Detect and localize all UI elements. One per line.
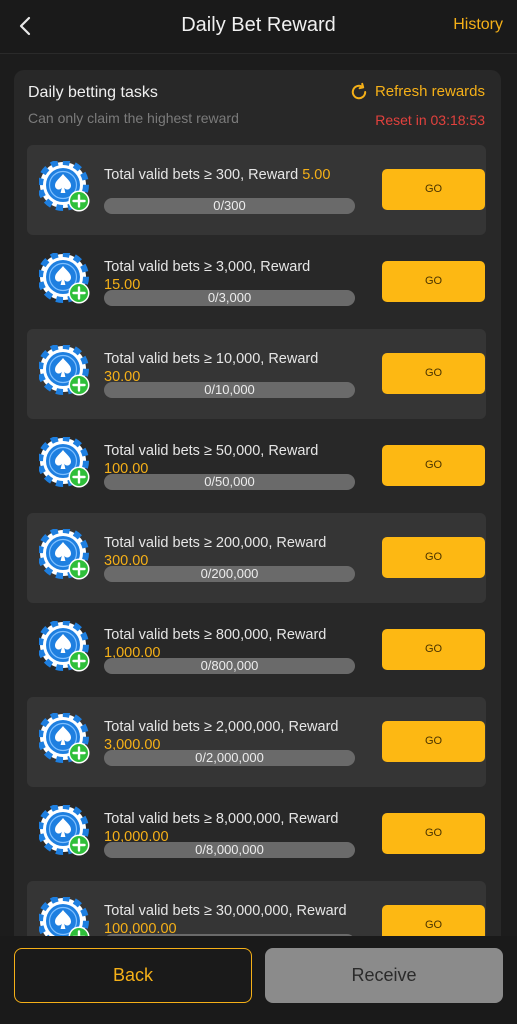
task-requirement: Total valid bets ≥ 10,000, Reward <box>104 351 319 367</box>
task-row: Total valid bets ≥ 10,000, Reward 30.00 0/… <box>27 329 486 419</box>
poker-chip-plus-icon <box>39 805 91 857</box>
progress-label: 0/10,000 <box>204 382 255 397</box>
task-requirement: Total valid bets ≥ 800,000, Reward <box>104 627 327 643</box>
task-description: Total valid bets ≥ 800,000, Reward 1,000.… <box>104 626 354 662</box>
task-row: Total valid bets ≥ 300, Reward 5.00 0/300… <box>27 145 486 235</box>
app-header: Daily Bet Reward History <box>0 0 517 54</box>
go-button[interactable]: GO <box>382 813 485 854</box>
task-description: Total valid bets ≥ 300, Reward 5.00 <box>104 166 354 184</box>
progress-bar: 0/8,000,000 <box>104 842 355 858</box>
poker-chip-plus-icon <box>39 713 91 765</box>
go-button[interactable]: GO <box>382 353 485 394</box>
go-button[interactable]: GO <box>382 261 485 302</box>
task-requirement: Total valid bets ≥ 8,000,000, Reward <box>104 811 339 827</box>
progress-label: 0/3,000 <box>207 290 252 305</box>
refresh-rewards-button[interactable]: Refresh rewards <box>349 82 485 102</box>
task-requirement: Total valid bets ≥ 300, Reward <box>104 167 299 183</box>
go-button[interactable]: GO <box>382 629 485 670</box>
progress-bar: 0/3,000 <box>104 290 355 306</box>
progress-label: 0/200,000 <box>200 566 259 581</box>
poker-chip-plus-icon <box>39 253 91 305</box>
panel-header: Daily betting tasks Can only claim the h… <box>14 70 501 145</box>
progress-label: 0/300 <box>213 198 246 213</box>
page-title: Daily Bet Reward <box>181 14 336 36</box>
task-description: Total valid bets ≥ 50,000, Reward 100.00 <box>104 442 354 478</box>
task-description: Total valid bets ≥ 3,000, Reward 15.00 <box>104 258 354 294</box>
go-button[interactable]: GO <box>382 445 485 486</box>
poker-chip-plus-icon <box>39 161 91 213</box>
task-description: Total valid bets ≥ 200,000, Reward 300.00 <box>104 534 354 570</box>
progress-bar: 0/2,000,000 <box>104 750 355 766</box>
progress-label: 0/50,000 <box>204 474 255 489</box>
progress-bar: 0/300 <box>104 198 355 214</box>
progress-bar: 0/10,000 <box>104 382 355 398</box>
panel-title: Daily betting tasks <box>28 84 158 101</box>
go-button[interactable]: GO <box>382 721 485 762</box>
reset-countdown: Reset in 03:18:53 <box>375 112 485 128</box>
task-row: Total valid bets ≥ 2,000,000, Reward 3,00… <box>27 697 486 787</box>
poker-chip-plus-icon <box>39 897 91 936</box>
task-description: Total valid bets ≥ 2,000,000, Reward 3,00… <box>104 718 354 754</box>
poker-chip-plus-icon <box>39 345 91 397</box>
footer-bar: Back Receive <box>0 936 517 1024</box>
task-row: Total valid bets ≥ 50,000, Reward 100.00 0… <box>27 421 486 511</box>
progress-bar: 0/800,000 <box>104 658 355 674</box>
poker-chip-plus-icon <box>39 437 91 489</box>
panel-subtitle: Can only claim the highest reward <box>28 110 239 126</box>
task-row: Total valid bets ≥ 200,000, Reward 300.00… <box>27 513 486 603</box>
receive-button[interactable]: Receive <box>265 948 503 1003</box>
task-reward: 5.00 <box>302 167 331 183</box>
refresh-rewards-label: Refresh rewards <box>374 83 485 100</box>
back-button[interactable]: Back <box>14 948 252 1003</box>
task-requirement: Total valid bets ≥ 30,000,000, Reward <box>104 903 347 919</box>
progress-label: 0/800,000 <box>200 658 259 673</box>
task-requirement: Total valid bets ≥ 200,000, Reward <box>104 535 327 551</box>
go-button[interactable]: GO <box>382 169 485 210</box>
task-row: Total valid bets ≥ 3,000, Reward 15.00 0/3… <box>27 237 486 327</box>
poker-chip-plus-icon <box>39 529 91 581</box>
task-row: Total valid bets ≥ 8,000,000, Reward 10,0… <box>27 789 486 879</box>
progress-bar: 0/200,000 <box>104 566 355 582</box>
task-description: Total valid bets ≥ 10,000, Reward 30.00 <box>104 350 354 386</box>
progress-label: 0/2,000,000 <box>195 750 264 765</box>
progress-bar: 0/50,000 <box>104 474 355 490</box>
task-description: Total valid bets ≥ 8,000,000, Reward 10,0… <box>104 810 354 846</box>
go-button[interactable]: GO <box>382 905 485 936</box>
refresh-icon <box>351 82 367 100</box>
task-requirement: Total valid bets ≥ 50,000, Reward <box>104 443 319 459</box>
progress-label: 0/8,000,000 <box>195 842 264 857</box>
history-link[interactable]: History <box>453 14 503 36</box>
poker-chip-plus-icon <box>39 621 91 673</box>
tasks-panel: Daily betting tasks Can only claim the h… <box>14 70 501 936</box>
task-row: Total valid bets ≥ 800,000, Reward 1,000.… <box>27 605 486 695</box>
task-description: Total valid bets ≥ 30,000,000, Reward 100… <box>104 902 354 936</box>
task-row: Total valid bets ≥ 30,000,000, Reward 100… <box>27 881 486 936</box>
task-requirement: Total valid bets ≥ 3,000, Reward <box>104 259 311 275</box>
task-requirement: Total valid bets ≥ 2,000,000, Reward <box>104 719 339 735</box>
go-button[interactable]: GO <box>382 537 485 578</box>
